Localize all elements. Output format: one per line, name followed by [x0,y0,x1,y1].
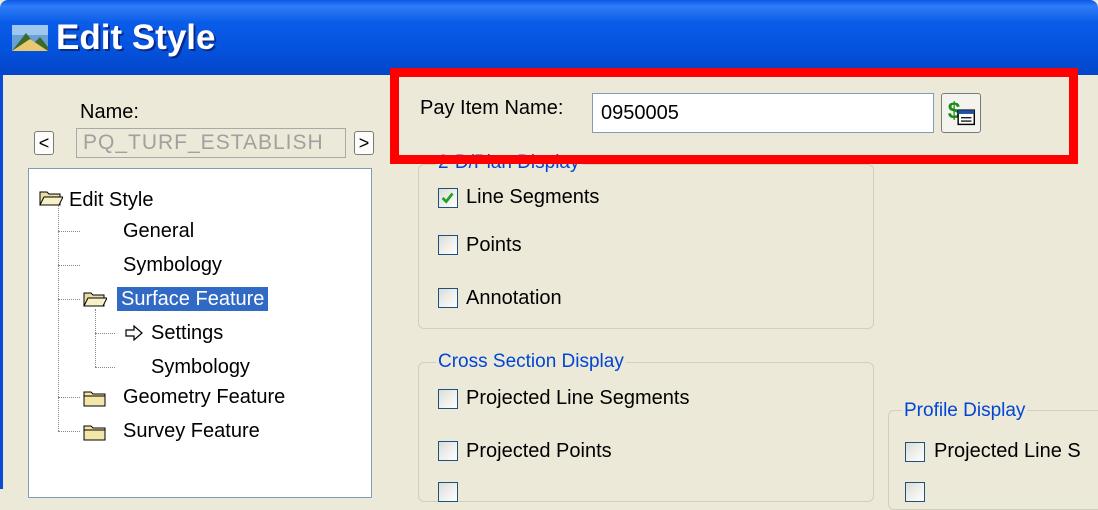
next-style-button[interactable]: > [354,131,374,155]
tree-item-edit-style[interactable]: Edit Style [69,188,153,212]
tree-item-symbology[interactable]: Symbology [123,253,222,277]
open-folder-icon [39,191,63,206]
tree-line [58,299,80,300]
cross-section-group [418,362,874,502]
annotation-checkbox[interactable] [438,288,458,308]
line-segments-checkbox[interactable] [438,188,458,208]
style-tree: Edit Style General Symbology Surface Fea… [28,168,372,498]
highlight-box [390,68,1078,164]
cross-section-checkbox[interactable] [438,482,458,502]
tree-line [95,309,96,367]
tree-item-general[interactable]: General [123,219,194,243]
name-label: Name: [80,101,139,123]
annotation-label: Annotation [466,287,562,309]
open-folder-icon [83,292,107,307]
arrow-right-icon [125,325,143,341]
profile-checkbox[interactable] [905,482,925,502]
window-title: Edit Style [56,18,216,57]
checkmark-icon [441,192,454,204]
points-label: Points [466,234,522,256]
cross-section-title: Cross Section Display [436,351,626,373]
tree-line [58,397,80,398]
projected-points-checkbox[interactable] [438,441,458,461]
tree-line [58,265,80,266]
points-checkbox[interactable] [438,235,458,255]
projected-line-segments-label: Projected Line Segments [466,387,690,409]
profile-projected-line-label: Projected Line S [934,440,1081,462]
tree-item-survey-feature[interactable]: Survey Feature [123,419,260,443]
tree-line [95,333,115,334]
style-name-field: PQ_TURF_ESTABLISH [76,128,346,158]
folder-icon [83,425,106,441]
folder-icon [83,391,106,407]
window-border [0,75,3,489]
app-icon [12,25,48,51]
tree-item-surface-symbology[interactable]: Symbology [151,355,250,379]
tree-line [58,231,80,232]
title-bar: Edit Style [0,0,1098,75]
tree-item-settings[interactable]: Settings [151,321,223,345]
profile-display-title: Profile Display [902,400,1028,422]
projected-points-label: Projected Points [466,440,612,462]
tree-line [58,431,80,432]
line-segments-label: Line Segments [466,186,600,208]
projected-line-segments-checkbox[interactable] [438,389,458,409]
tree-item-surface-feature[interactable]: Surface Feature [117,287,269,311]
tree-item-geometry-feature[interactable]: Geometry Feature [123,385,285,409]
profile-projected-line-checkbox[interactable] [905,442,925,462]
previous-style-button[interactable]: < [34,131,54,155]
tree-line [95,367,115,368]
